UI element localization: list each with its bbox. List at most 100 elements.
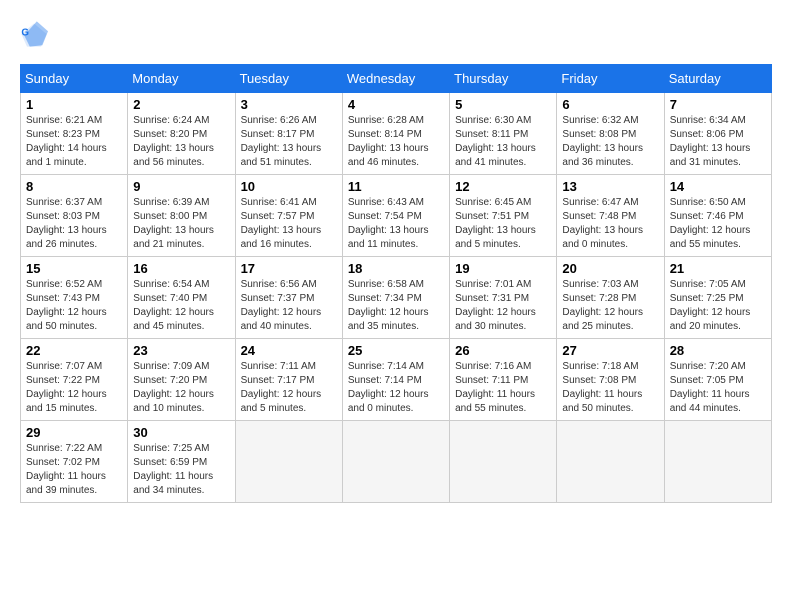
day-number: 1 xyxy=(26,97,122,112)
weekday-header-wednesday: Wednesday xyxy=(342,65,449,93)
day-number: 27 xyxy=(562,343,658,358)
calendar-cell: 7Sunrise: 6:34 AMSunset: 8:06 PMDaylight… xyxy=(664,93,771,175)
weekday-header-tuesday: Tuesday xyxy=(235,65,342,93)
calendar-week-5: 29Sunrise: 7:22 AMSunset: 7:02 PMDayligh… xyxy=(21,421,772,503)
day-number: 23 xyxy=(133,343,229,358)
calendar-cell: 14 Sunrise: 6:50 AMSunset: 7:46 PMDayligh… xyxy=(664,175,771,257)
day-number: 18 xyxy=(348,261,444,276)
calendar-cell: 29Sunrise: 7:22 AMSunset: 7:02 PMDayligh… xyxy=(21,421,128,503)
calendar-cell: 11 Sunrise: 6:43 AMSunset: 7:54 PMDayligh… xyxy=(342,175,449,257)
weekday-header-saturday: Saturday xyxy=(664,65,771,93)
day-number: 12 xyxy=(455,179,551,194)
day-number: 13 xyxy=(562,179,658,194)
calendar-cell: 1 Sunrise: 6:21 AMSunset: 8:23 PMDaylight… xyxy=(21,93,128,175)
calendar-week-2: 8 Sunrise: 6:37 AMSunset: 8:03 PMDaylight… xyxy=(21,175,772,257)
day-number: 28 xyxy=(670,343,766,358)
day-detail: Sunrise: 6:34 AMSunset: 8:06 PMDaylight:… xyxy=(670,114,766,170)
day-detail: Sunrise: 7:03 AMSunset: 7:28 PMDaylight:… xyxy=(562,278,658,334)
calendar-cell: 28 Sunrise: 7:20 AMSunset: 7:05 PMDayligh… xyxy=(664,339,771,421)
day-detail: Sunrise: 6:26 AMSunset: 8:17 PMDaylight:… xyxy=(241,114,337,170)
day-detail: Sunrise: 6:43 AMSunset: 7:54 PMDaylight:… xyxy=(348,196,444,252)
weekday-header-monday: Monday xyxy=(128,65,235,93)
day-detail: Sunrise: 6:24 AMSunset: 8:20 PMDaylight:… xyxy=(133,114,229,170)
calendar-cell: 18 Sunrise: 6:58 AMSunset: 7:34 PMDayligh… xyxy=(342,257,449,339)
day-number: 20 xyxy=(562,261,658,276)
calendar-cell: 3 Sunrise: 6:26 AMSunset: 8:17 PMDaylight… xyxy=(235,93,342,175)
calendar-cell: 24Sunrise: 7:11 AMSunset: 7:17 PMDayligh… xyxy=(235,339,342,421)
day-number: 14 xyxy=(670,179,766,194)
day-detail: Sunrise: 7:20 AMSunset: 7:05 PMDaylight:… xyxy=(670,360,766,416)
day-detail: Sunrise: 7:25 AMSunset: 6:59 PMDaylight:… xyxy=(133,442,229,498)
day-number: 8 xyxy=(26,179,122,194)
day-number: 16 xyxy=(133,261,229,276)
day-detail: Sunrise: 7:09 AMSunset: 7:20 PMDaylight:… xyxy=(133,360,229,416)
day-detail: Sunrise: 6:54 AMSunset: 7:40 PMDaylight:… xyxy=(133,278,229,334)
day-number: 25 xyxy=(348,343,444,358)
calendar-cell: 4 Sunrise: 6:28 AMSunset: 8:14 PMDaylight… xyxy=(342,93,449,175)
day-detail: Sunrise: 6:41 AMSunset: 7:57 PMDaylight:… xyxy=(241,196,337,252)
day-detail: Sunrise: 6:47 AMSunset: 7:48 PMDaylight:… xyxy=(562,196,658,252)
day-number: 3 xyxy=(241,97,337,112)
day-number: 5 xyxy=(455,97,551,112)
calendar-week-1: 1 Sunrise: 6:21 AMSunset: 8:23 PMDaylight… xyxy=(21,93,772,175)
day-detail: Sunrise: 7:14 AMSunset: 7:14 PMDaylight:… xyxy=(348,360,444,416)
day-detail: Sunrise: 6:37 AMSunset: 8:03 PMDaylight:… xyxy=(26,196,122,252)
day-number: 17 xyxy=(241,261,337,276)
weekday-header-sunday: Sunday xyxy=(21,65,128,93)
calendar-cell: 20 Sunrise: 7:03 AMSunset: 7:28 PMDayligh… xyxy=(557,257,664,339)
day-detail: Sunrise: 6:32 AMSunset: 8:08 PMDaylight:… xyxy=(562,114,658,170)
day-detail: Sunrise: 6:56 AMSunset: 7:37 PMDaylight:… xyxy=(241,278,337,334)
day-number: 2 xyxy=(133,97,229,112)
calendar-cell: 10 Sunrise: 6:41 AMSunset: 7:57 PMDayligh… xyxy=(235,175,342,257)
calendar-cell xyxy=(235,421,342,503)
day-detail: Sunrise: 6:21 AMSunset: 8:23 PMDaylight:… xyxy=(26,114,122,170)
day-detail: Sunrise: 7:07 AMSunset: 7:22 PMDaylight:… xyxy=(26,360,122,416)
day-detail: Sunrise: 6:52 AMSunset: 7:43 PMDaylight:… xyxy=(26,278,122,334)
day-detail: Sunrise: 6:50 AMSunset: 7:46 PMDaylight:… xyxy=(670,196,766,252)
calendar-cell: 16 Sunrise: 6:54 AMSunset: 7:40 PMDayligh… xyxy=(128,257,235,339)
day-detail: Sunrise: 7:22 AMSunset: 7:02 PMDaylight:… xyxy=(26,442,122,498)
day-number: 19 xyxy=(455,261,551,276)
calendar-cell xyxy=(450,421,557,503)
calendar-table: SundayMondayTuesdayWednesdayThursdayFrid… xyxy=(20,64,772,503)
day-detail: Sunrise: 6:58 AMSunset: 7:34 PMDaylight:… xyxy=(348,278,444,334)
header: G xyxy=(20,20,772,48)
calendar-cell: 19 Sunrise: 7:01 AMSunset: 7:31 PMDayligh… xyxy=(450,257,557,339)
calendar-cell: 8 Sunrise: 6:37 AMSunset: 8:03 PMDaylight… xyxy=(21,175,128,257)
calendar-cell: 5 Sunrise: 6:30 AMSunset: 8:11 PMDaylight… xyxy=(450,93,557,175)
day-detail: Sunrise: 6:45 AMSunset: 7:51 PMDaylight:… xyxy=(455,196,551,252)
day-detail: Sunrise: 6:30 AMSunset: 8:11 PMDaylight:… xyxy=(455,114,551,170)
day-detail: Sunrise: 7:16 AMSunset: 7:11 PMDaylight:… xyxy=(455,360,551,416)
calendar-cell: 27 Sunrise: 7:18 AMSunset: 7:08 PMDayligh… xyxy=(557,339,664,421)
calendar-cell: 26 Sunrise: 7:16 AMSunset: 7:11 PMDayligh… xyxy=(450,339,557,421)
day-detail: Sunrise: 6:28 AMSunset: 8:14 PMDaylight:… xyxy=(348,114,444,170)
calendar-cell: 22 Sunrise: 7:07 AMSunset: 7:22 PMDayligh… xyxy=(21,339,128,421)
day-detail: Sunrise: 7:05 AMSunset: 7:25 PMDaylight:… xyxy=(670,278,766,334)
calendar-cell: 6 Sunrise: 6:32 AMSunset: 8:08 PMDaylight… xyxy=(557,93,664,175)
weekday-header-friday: Friday xyxy=(557,65,664,93)
day-number: 10 xyxy=(241,179,337,194)
day-number: 26 xyxy=(455,343,551,358)
day-number: 22 xyxy=(26,343,122,358)
day-number: 6 xyxy=(562,97,658,112)
calendar-cell: 25 Sunrise: 7:14 AMSunset: 7:14 PMDayligh… xyxy=(342,339,449,421)
calendar-cell xyxy=(557,421,664,503)
day-number: 21 xyxy=(670,261,766,276)
calendar-week-3: 15 Sunrise: 6:52 AMSunset: 7:43 PMDayligh… xyxy=(21,257,772,339)
day-number: 11 xyxy=(348,179,444,194)
weekday-header-thursday: Thursday xyxy=(450,65,557,93)
day-number: 15 xyxy=(26,261,122,276)
calendar-cell: 21 Sunrise: 7:05 AMSunset: 7:25 PMDayligh… xyxy=(664,257,771,339)
day-number: 9 xyxy=(133,179,229,194)
day-detail: Sunrise: 6:39 AMSunset: 8:00 PMDaylight:… xyxy=(133,196,229,252)
calendar-cell xyxy=(342,421,449,503)
calendar-cell: 23 Sunrise: 7:09 AMSunset: 7:20 PMDayligh… xyxy=(128,339,235,421)
calendar-week-4: 22 Sunrise: 7:07 AMSunset: 7:22 PMDayligh… xyxy=(21,339,772,421)
logo: G xyxy=(20,20,52,48)
day-detail: Sunrise: 7:18 AMSunset: 7:08 PMDaylight:… xyxy=(562,360,658,416)
calendar-cell: 2 Sunrise: 6:24 AMSunset: 8:20 PMDaylight… xyxy=(128,93,235,175)
day-number: 4 xyxy=(348,97,444,112)
day-detail: Sunrise: 7:01 AMSunset: 7:31 PMDaylight:… xyxy=(455,278,551,334)
calendar-cell: 15 Sunrise: 6:52 AMSunset: 7:43 PMDayligh… xyxy=(21,257,128,339)
calendar-cell: 9 Sunrise: 6:39 AMSunset: 8:00 PMDaylight… xyxy=(128,175,235,257)
